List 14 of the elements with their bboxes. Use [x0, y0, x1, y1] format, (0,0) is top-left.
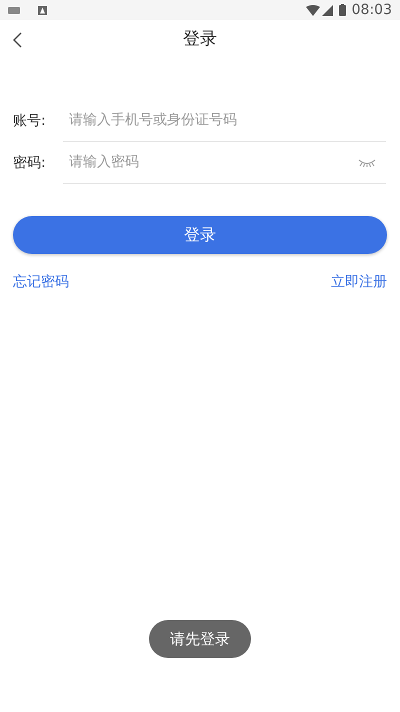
login-button[interactable]: 登录 [13, 216, 387, 254]
account-field[interactable]: 请输入手机号或身份证号码 [69, 110, 386, 131]
field-label: 密码: [12, 154, 47, 172]
battery-icon [338, 4, 346, 16]
wifi-icon [306, 4, 320, 16]
forgot-password-link[interactable]: 忘记密码 [13, 272, 69, 293]
clock-time: 08:03 [352, 0, 392, 20]
field-label: 账号: [12, 112, 47, 130]
password-field[interactable]: 请输入密码 [69, 152, 358, 173]
signal-icon [322, 4, 333, 16]
register-link[interactable]: 立即注册 [331, 272, 387, 293]
page-title: 登录 [183, 28, 217, 52]
toast-message: 请先登录 [149, 620, 251, 658]
closed-eye-icon[interactable] [358, 158, 376, 167]
